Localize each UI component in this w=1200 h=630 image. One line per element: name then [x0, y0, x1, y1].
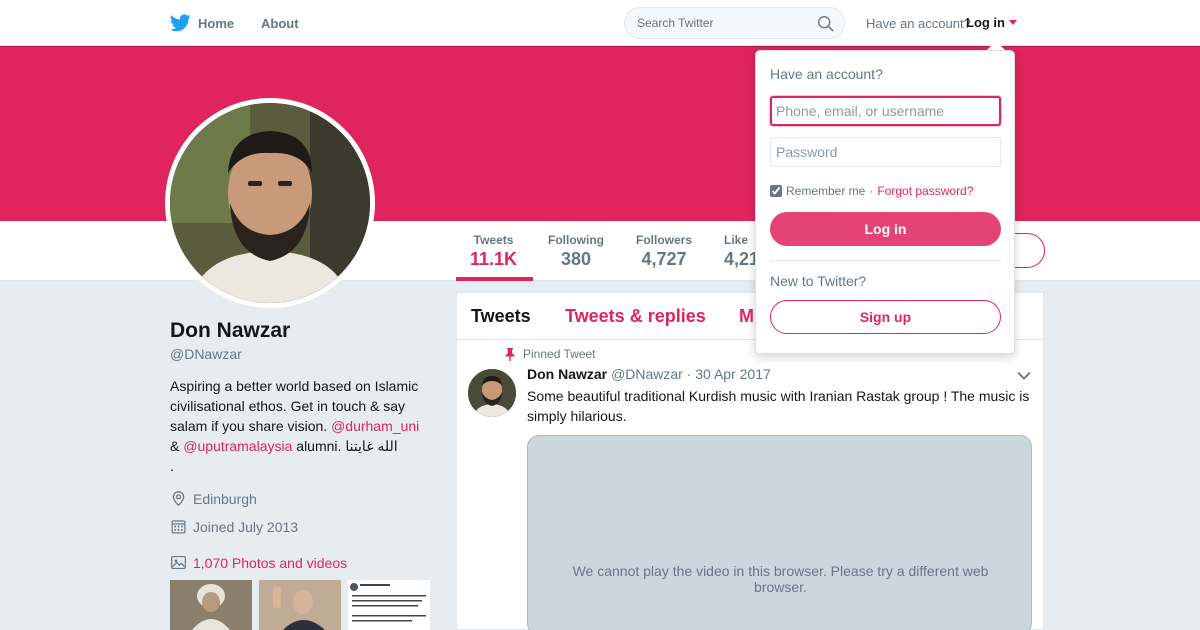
avatar-photo	[170, 103, 370, 303]
profile-name[interactable]: Don Nawzar	[170, 319, 290, 343]
bio-text: &	[170, 438, 184, 454]
stat-followers[interactable]: Followers 4,727	[636, 233, 692, 270]
location-icon	[172, 491, 185, 507]
stat-likes[interactable]: Like 4,21	[724, 233, 759, 270]
stat-value: 4,727	[641, 249, 687, 269]
location-text: Edinburgh	[193, 490, 257, 507]
profile-joined: Joined July 2013	[170, 518, 298, 535]
stat-following[interactable]: Following 380	[548, 233, 604, 270]
home-label: Home	[198, 15, 235, 31]
dropdown-title: Have an account?	[770, 66, 883, 82]
home-link[interactable]: Home	[170, 14, 234, 32]
stat-label: Tweets	[473, 233, 514, 247]
tweet-separator: ·	[686, 366, 692, 382]
stat-value: 11.1K	[470, 249, 518, 269]
bio-text: alumni.	[292, 438, 346, 454]
remember-separator: ·	[869, 184, 874, 198]
bio-arabic: الله غايتنا	[345, 438, 398, 454]
tab-media[interactable]: M	[739, 306, 754, 327]
stat-value: 4,21	[724, 249, 760, 269]
new-to-twitter-text: New to Twitter?	[770, 273, 867, 289]
chevron-down-icon[interactable]	[1017, 371, 1031, 381]
profile-avatar[interactable]	[165, 98, 375, 308]
photos-count: 1,070 Photos and videos	[193, 554, 348, 571]
tweet-header: Don Nawzar @DNawzar · 30 Apr 2017	[527, 366, 771, 382]
search-icon[interactable]	[817, 15, 834, 32]
joined-text: Joined July 2013	[193, 518, 299, 535]
tab-tweets-replies[interactable]: Tweets & replies	[565, 306, 706, 327]
stat-value: 380	[560, 249, 592, 269]
signup-button[interactable]: Sign up	[770, 300, 1001, 334]
calendar-icon	[171, 520, 186, 534]
bio-text: .	[170, 458, 174, 474]
dropdown-arrow	[987, 41, 1005, 50]
login-button[interactable]: Log in	[770, 212, 1001, 246]
twitter-bird-icon	[170, 14, 191, 32]
caret-down-icon	[1009, 20, 1017, 25]
photos-icon	[171, 555, 186, 570]
remember-row: Remember me · Forgot password?	[770, 184, 973, 198]
photos-videos-link[interactable]: 1,070 Photos and videos	[170, 554, 347, 571]
username-field[interactable]	[770, 96, 1001, 126]
top-navigation: Home About Have an account? Log in	[0, 0, 1200, 46]
photo-thumbnail[interactable]	[170, 580, 252, 630]
search-box	[624, 7, 845, 39]
remember-me-label[interactable]: Remember me	[786, 184, 865, 198]
profile-bio: Aspiring a better world based on Islamic…	[170, 376, 432, 476]
stat-label: Following	[548, 233, 604, 247]
have-account-text: Have an account?	[866, 16, 971, 31]
stat-tweets[interactable]: Tweets 11.1K	[470, 233, 517, 270]
remember-me-checkbox[interactable]	[770, 185, 782, 197]
search-input[interactable]	[625, 8, 815, 38]
bio-mention-upm[interactable]: @uputramalaysia	[183, 438, 292, 454]
tab-tweets[interactable]: Tweets	[471, 306, 531, 327]
password-field[interactable]	[770, 137, 1001, 167]
stat-label: Like	[724, 233, 749, 247]
tweet-text: Some beautiful traditional Kurdish music…	[527, 388, 1030, 424]
stat-label: Followers	[636, 233, 693, 247]
tweet-date[interactable]: 30 Apr 2017	[695, 366, 771, 382]
pinned-text: Pinned Tweet	[523, 347, 596, 361]
tweet-video-player[interactable]: We cannot play the video in this browser…	[527, 435, 1032, 630]
profile-handle[interactable]: @DNawzar	[170, 346, 242, 362]
bio-mention-durham[interactable]: @durham_uni	[331, 418, 419, 434]
divider	[770, 260, 1001, 261]
login-dropdown-toggle[interactable]: Log in	[966, 15, 1017, 30]
forgot-password-link[interactable]: Forgot password?	[877, 184, 973, 198]
video-unsupported-message: We cannot play the video in this browser…	[572, 563, 989, 595]
pin-icon	[505, 347, 515, 361]
login-dropdown: Have an account? Remember me · Forgot pa…	[755, 50, 1015, 354]
tweet-author-name[interactable]: Don Nawzar	[527, 366, 607, 382]
login-label: Log in	[966, 15, 1005, 30]
active-tab-indicator	[456, 277, 533, 281]
tweet-author-handle[interactable]: @DNawzar	[611, 366, 683, 382]
photo-thumbnail[interactable]	[259, 580, 341, 630]
photo-thumbnail[interactable]	[348, 580, 430, 630]
pinned-tweet-label: Pinned Tweet	[505, 347, 596, 361]
about-link[interactable]: About	[261, 16, 299, 31]
profile-location: Edinburgh	[170, 490, 257, 507]
tweet-avatar[interactable]	[468, 369, 516, 417]
